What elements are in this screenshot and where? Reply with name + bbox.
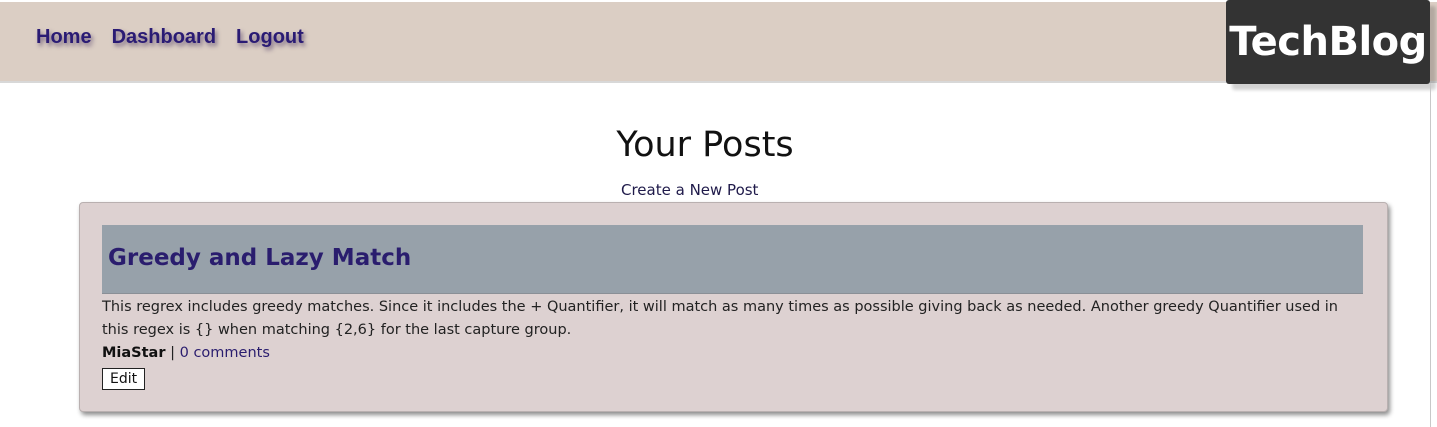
post-body: This regrex includes greedy matches. Sin… — [102, 299, 1338, 338]
brand-logo: TechBlog — [1226, 0, 1430, 84]
nav-home-link[interactable]: Home — [36, 26, 92, 49]
navbar: Home Dashboard Logout — [0, 2, 1437, 83]
nav-dashboard-link[interactable]: Dashboard — [112, 26, 216, 49]
post-meta: MiaStar | 0 comments — [102, 345, 270, 361]
nav-logout-link[interactable]: Logout — [236, 26, 304, 49]
brand-title: TechBlog — [1229, 19, 1427, 65]
post-header: Greedy and Lazy Match — [102, 225, 1363, 294]
nav-links: Home Dashboard Logout — [36, 26, 304, 49]
create-new-post-link[interactable]: Create a New Post — [621, 181, 758, 199]
edit-post-button[interactable]: Edit — [102, 368, 146, 390]
comments-link[interactable]: 0 comments — [180, 345, 270, 361]
post-author: MiaStar — [102, 345, 166, 361]
page-title: Your Posts — [616, 125, 794, 165]
page-edge-divider — [1430, 83, 1431, 427]
post-card: Greedy and Lazy Match This regrex includ… — [79, 202, 1388, 412]
meta-separator: | — [165, 345, 180, 361]
post-title[interactable]: Greedy and Lazy Match — [108, 245, 411, 271]
